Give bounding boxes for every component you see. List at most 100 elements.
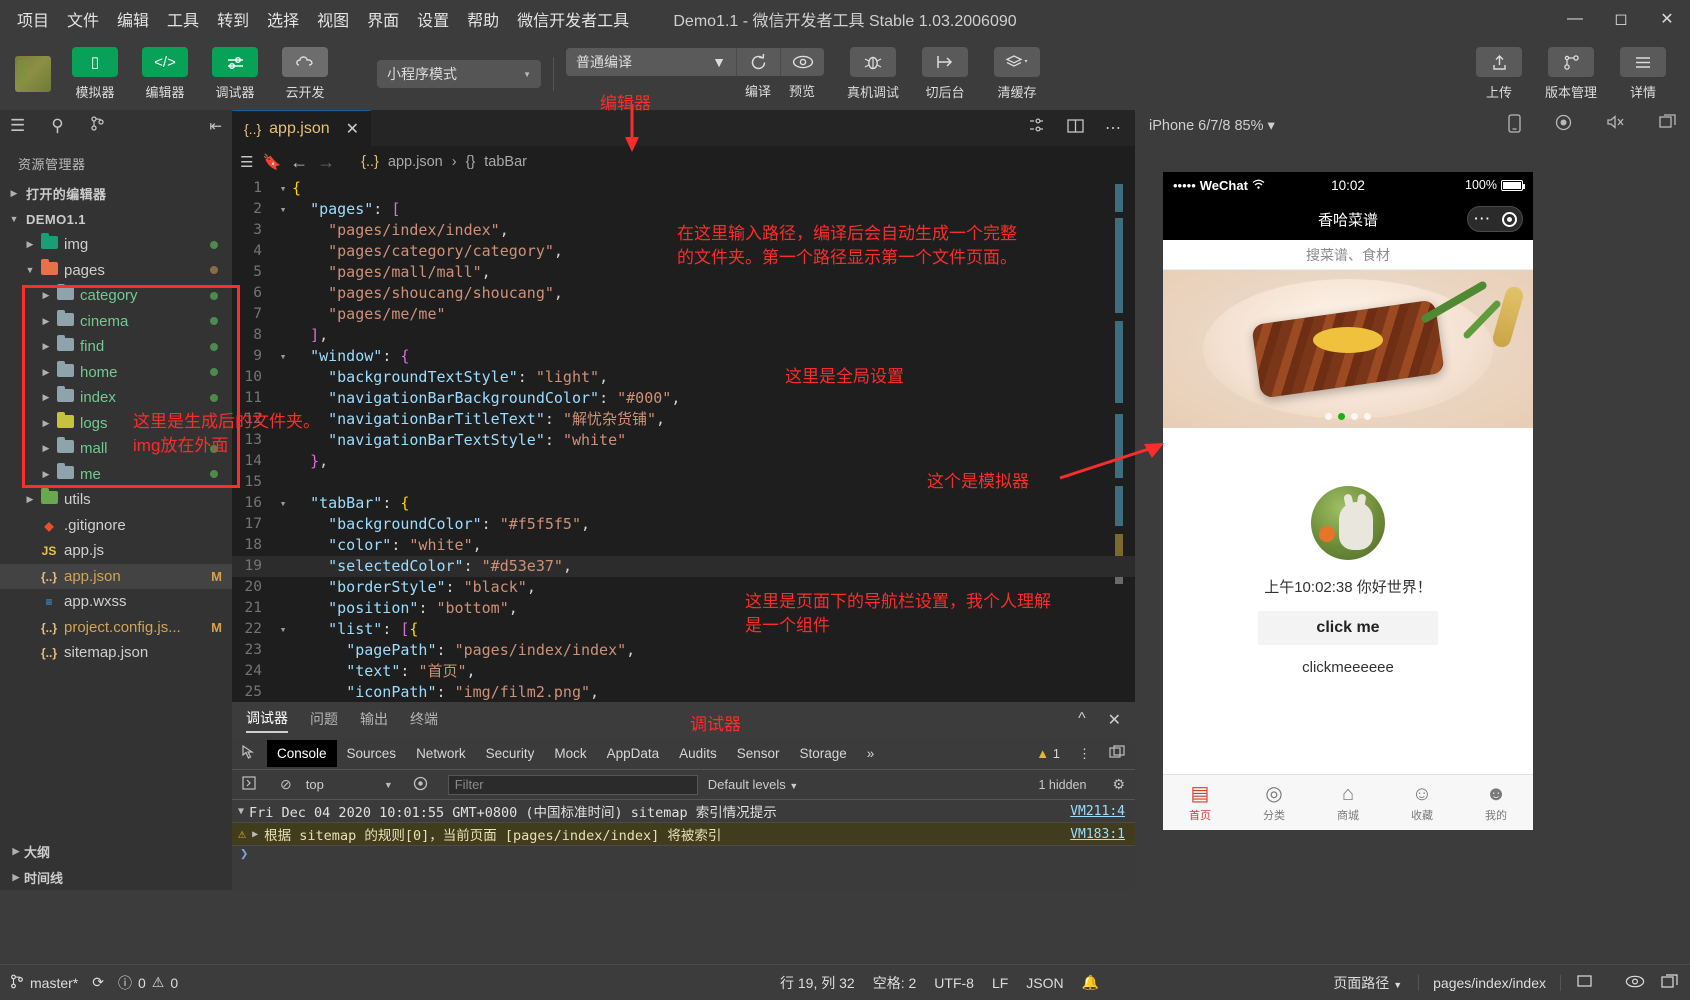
dock-side-icon[interactable] (1109, 745, 1125, 762)
banner-dot[interactable] (1325, 413, 1332, 420)
eye-icon[interactable] (1625, 975, 1645, 991)
source-control-icon[interactable] (90, 115, 105, 137)
code-line[interactable]: 1 ▾{ (232, 178, 1135, 199)
language-mode[interactable]: JSON (1026, 975, 1063, 991)
record-icon[interactable] (1555, 114, 1572, 138)
devtools-overflow-icon[interactable]: » (857, 743, 885, 764)
tree-item-project-config-js---[interactable]: ▶{..}project.config.js...M (0, 615, 232, 641)
bookmark-icon[interactable]: 🔖 (262, 153, 281, 171)
devtools-tab-sensor[interactable]: Sensor (727, 743, 790, 764)
bell-icon[interactable]: 🔔 (1082, 974, 1099, 991)
code-line[interactable]: 7 "pages/me/me" (232, 304, 1135, 325)
collapse-sidebar-icon[interactable]: ⇤ (209, 117, 222, 135)
switch-background-button[interactable]: 切后台 (914, 47, 976, 101)
code-line[interactable]: 14 }, (232, 451, 1135, 472)
target-icon[interactable] (1501, 211, 1517, 227)
close-button[interactable]: ✕ (1644, 0, 1690, 38)
preview-button[interactable] (780, 48, 824, 76)
menu-item-5[interactable]: 选择 (258, 3, 308, 35)
inspect-element-icon[interactable] (232, 744, 267, 763)
real-device-debug-button[interactable]: 真机调试 (842, 47, 904, 101)
clear-console-icon[interactable]: ⊘ (276, 776, 296, 793)
tabbar-item-分类[interactable]: ◎ 分类 (1237, 783, 1311, 823)
code-line[interactable]: 8 ], (232, 325, 1135, 346)
debugger-toggle-button[interactable]: 调试器 (205, 47, 265, 101)
page-route-select[interactable]: 页面路径 ▼ (1333, 973, 1402, 993)
tree-item-img[interactable]: ▶ img (0, 232, 232, 258)
close-icon[interactable]: ✕ (346, 119, 359, 139)
tree-item--gitignore[interactable]: ▶◆.gitignore (0, 513, 232, 539)
code-line[interactable]: 13 "navigationBarTextStyle": "white" (232, 430, 1135, 451)
more-icon[interactable]: ⋯ (1473, 209, 1491, 229)
upload-button[interactable]: 上传 (1468, 47, 1530, 101)
page-route-value[interactable]: pages/index/index (1418, 974, 1561, 991)
back-arrow-icon[interactable]: ← (290, 152, 308, 173)
banner-dot[interactable] (1364, 413, 1371, 420)
menu-item-0[interactable]: 项目 (8, 3, 58, 35)
fold-toggle-icon[interactable]: ▾ (274, 178, 292, 199)
code-line[interactable]: 10 "backgroundTextStyle": "light", (232, 367, 1135, 388)
fold-toggle-icon[interactable]: ▾ (274, 199, 292, 220)
tree-item-pages[interactable]: ▼ pages (0, 258, 232, 284)
sync-status[interactable]: ⟳ (92, 974, 104, 991)
code-line[interactable]: 6 "pages/shoucang/shoucang", (232, 283, 1135, 304)
simulator-toggle-button[interactable]: ▯ 模拟器 (65, 47, 125, 101)
details-button[interactable]: 详情 (1612, 47, 1674, 101)
compile-button[interactable] (736, 48, 780, 76)
devtools-panel-tab-输出[interactable]: 输出 (360, 709, 388, 732)
problems-status[interactable]: ⓘ 0 ⚠ 0 (118, 973, 178, 993)
tabbar-item-商城[interactable]: ⌂ 商城 (1311, 783, 1385, 823)
code-line[interactable]: 2 ▾ "pages": [ (232, 199, 1135, 220)
phone-search-bar[interactable]: 搜菜谱、食材 (1163, 240, 1533, 270)
tabbar-item-收藏[interactable]: ☺ 收藏 (1385, 783, 1459, 823)
devtools-tab-security[interactable]: Security (476, 743, 545, 764)
tree-item-app-wxss[interactable]: ▶≡app.wxss (0, 589, 232, 615)
capsule-pill[interactable]: ⋯ (1467, 206, 1523, 232)
banner-dot[interactable] (1351, 413, 1358, 420)
outline-section[interactable]: ▶ 大纲 (0, 838, 232, 864)
clear-cache-button[interactable]: 清缓存 (986, 47, 1048, 101)
more-icon[interactable]: ⋯ (1105, 118, 1121, 138)
devtools-tab-appdata[interactable]: AppData (597, 743, 670, 764)
minimize-button[interactable]: — (1552, 0, 1598, 38)
encoding[interactable]: UTF-8 (934, 975, 974, 991)
menu-item-3[interactable]: 工具 (158, 3, 208, 35)
devtools-panel-tab-问题[interactable]: 问题 (310, 709, 338, 732)
fold-toggle-icon[interactable]: ▾ (274, 619, 292, 640)
code-line[interactable]: 18 "color": "white", (232, 535, 1135, 556)
forward-arrow-icon[interactable]: → (317, 152, 335, 173)
console-settings-eye-icon[interactable] (403, 776, 438, 794)
tree-item-sitemap-json[interactable]: ▶{..}sitemap.json (0, 640, 232, 666)
devtools-tab-console[interactable]: Console (267, 740, 337, 767)
close-icon[interactable]: ✕ (1108, 710, 1121, 730)
tree-item-utils[interactable]: ▶ utils (0, 487, 232, 513)
menu-item-1[interactable]: 文件 (58, 3, 108, 35)
devtools-tab-audits[interactable]: Audits (669, 743, 727, 764)
console-warning-row[interactable]: ⚠ ▶ 根据 sitemap 的规则[0]，当前页面 [pages/index/… (232, 823, 1135, 846)
eol[interactable]: LF (992, 975, 1008, 991)
explorer-icon[interactable]: ☰ (10, 116, 25, 136)
version-management-button[interactable]: 版本管理 (1540, 47, 1602, 101)
code-line[interactable]: 17 "backgroundColor": "#f5f5f5", (232, 514, 1135, 535)
fold-toggle-icon[interactable]: ▾ (274, 493, 292, 514)
menu-item-7[interactable]: 界面 (358, 3, 408, 35)
menu-item-4[interactable]: 转到 (208, 3, 258, 35)
tabbar-item-首页[interactable]: ▤ 首页 (1163, 783, 1237, 823)
console-group-row[interactable]: ▼ Fri Dec 04 2020 10:01:55 GMT+0800 (中国标… (232, 800, 1135, 823)
menu-item-6[interactable]: 视图 (308, 3, 358, 35)
phone-rotate-icon[interactable] (1508, 114, 1521, 138)
split-vertical-icon[interactable] (1027, 117, 1046, 139)
code-line[interactable]: 9 ▾ "window": { (232, 346, 1135, 367)
warning-badge[interactable]: ▲ 1 (1036, 746, 1060, 761)
breadcrumb-file[interactable]: app.json (388, 154, 443, 170)
console-context-select[interactable]: top ▼ (306, 777, 393, 792)
code-line[interactable]: 24 "text": "首页", (232, 661, 1135, 682)
menu-item-8[interactable]: 设置 (408, 3, 458, 35)
cursor-position[interactable]: 行 19, 列 32 (780, 973, 855, 993)
tabbar-item-我的[interactable]: ☻ 我的 (1459, 783, 1533, 823)
code-line[interactable]: 23 "pagePath": "pages/index/index", (232, 640, 1135, 661)
chevron-up-icon[interactable]: ^ (1078, 710, 1086, 730)
tree-item-app-json[interactable]: ▶{..}app.jsonM (0, 563, 232, 589)
editor-tab-app-json[interactable]: {..} app.json ✕ (232, 110, 372, 146)
console-settings-gear-icon[interactable]: ⚙ (1102, 776, 1135, 793)
